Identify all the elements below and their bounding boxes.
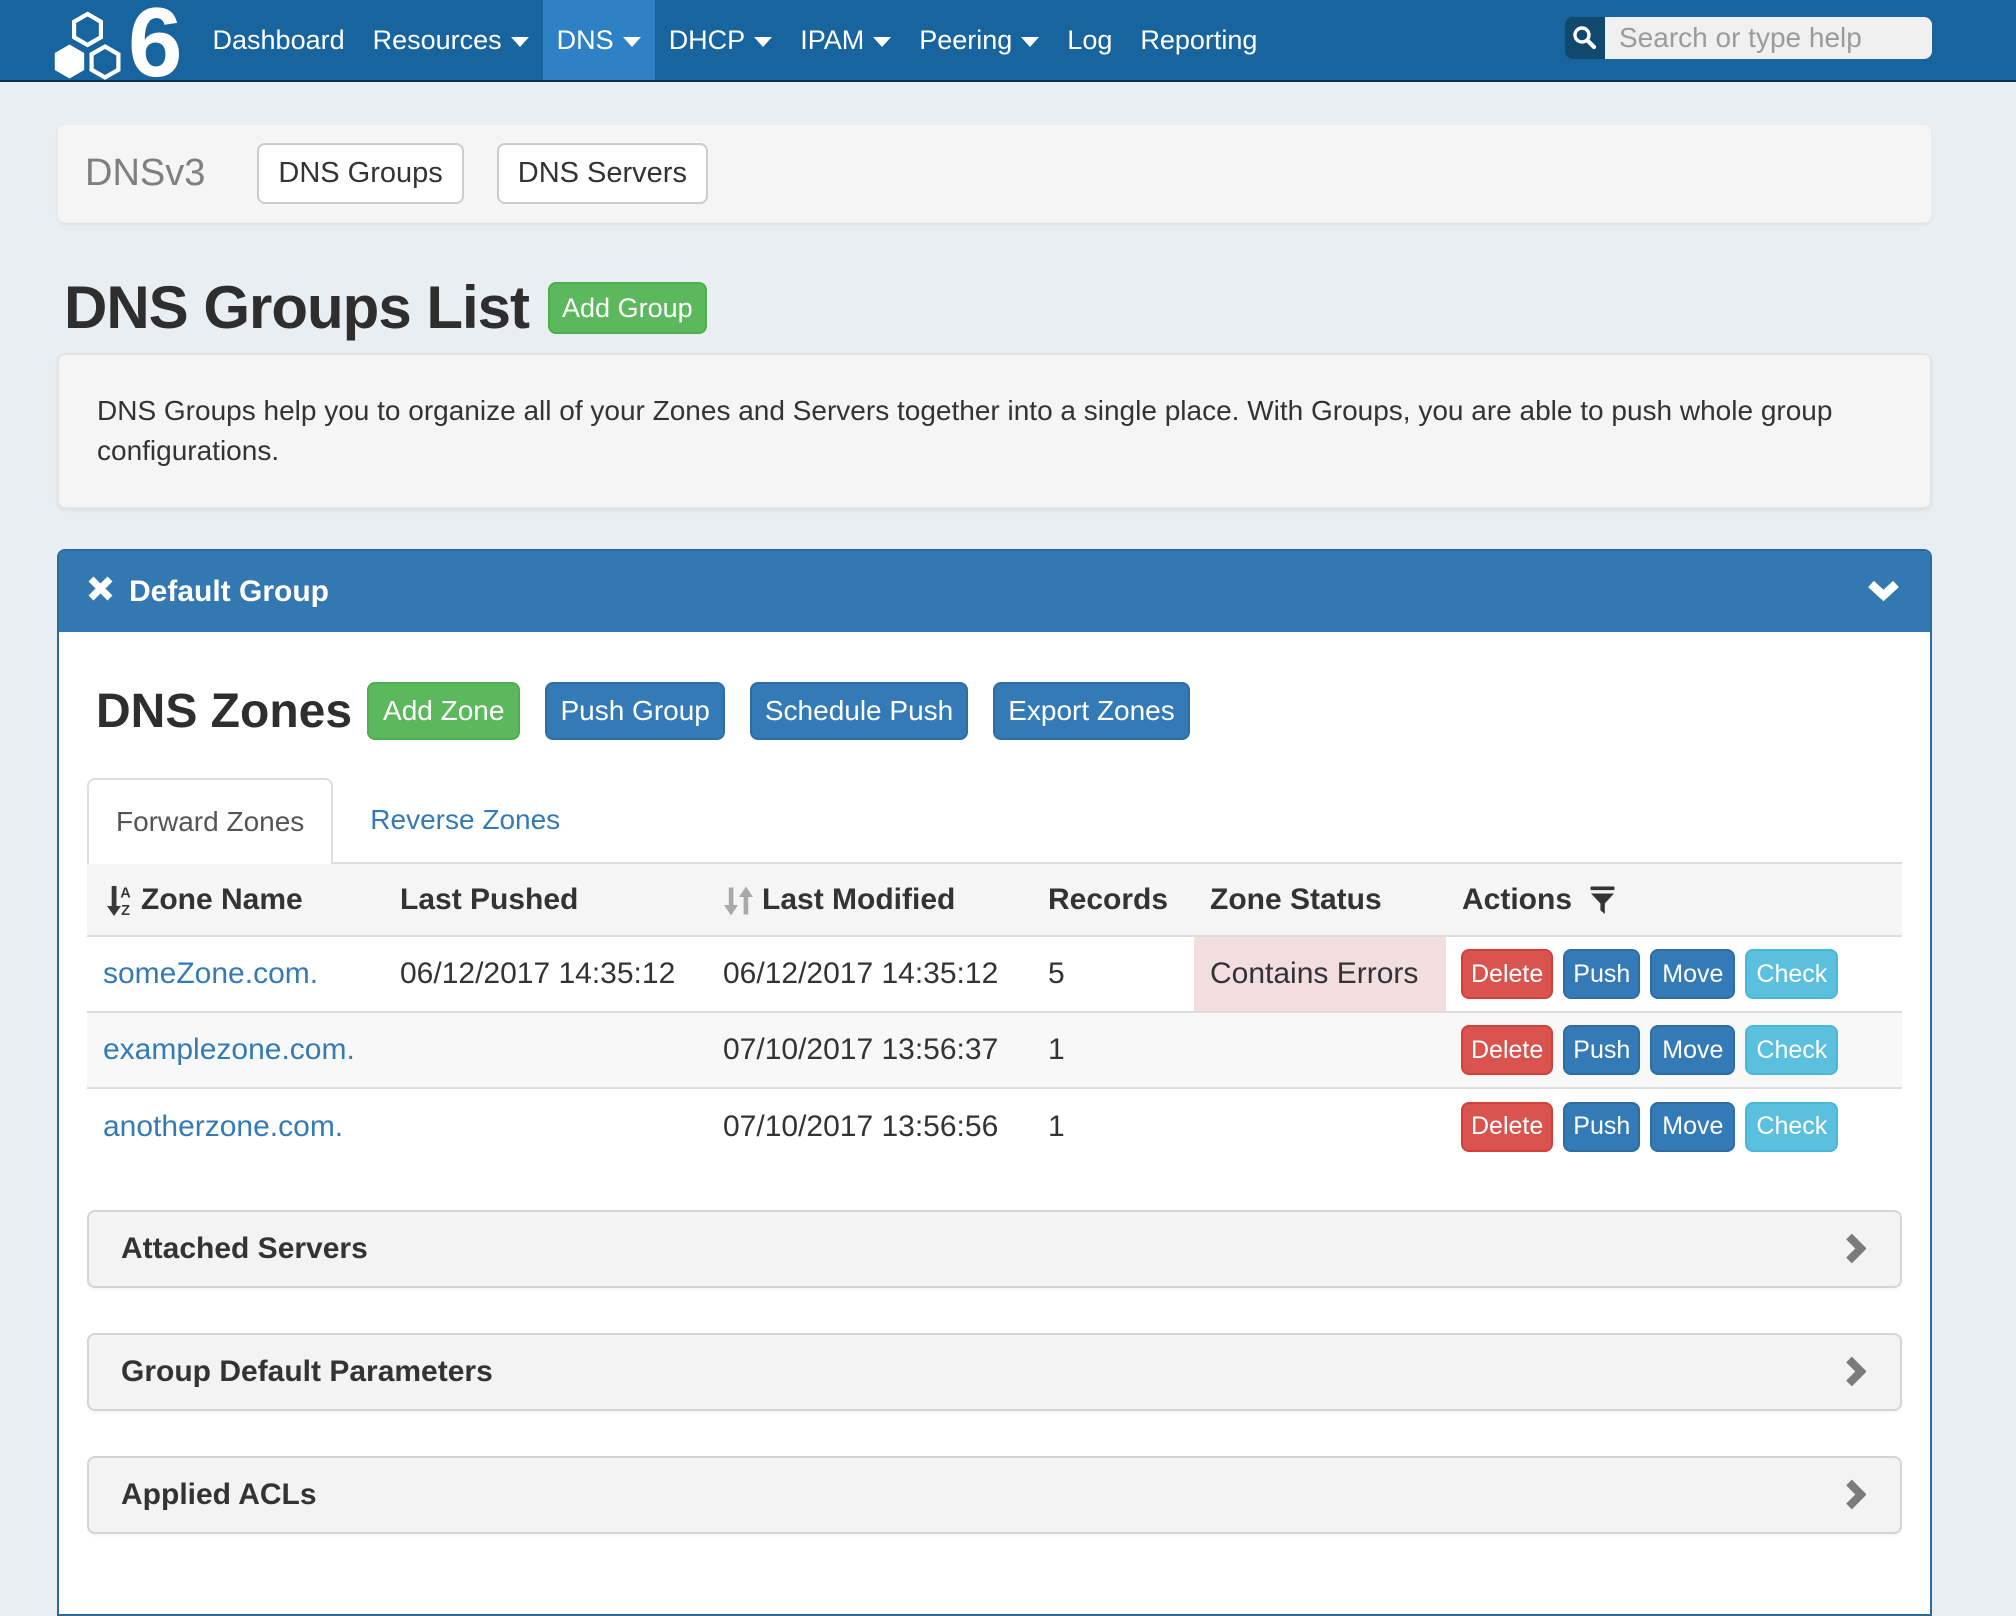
svg-text:A: A — [120, 885, 131, 901]
svg-text:Z: Z — [121, 903, 130, 916]
